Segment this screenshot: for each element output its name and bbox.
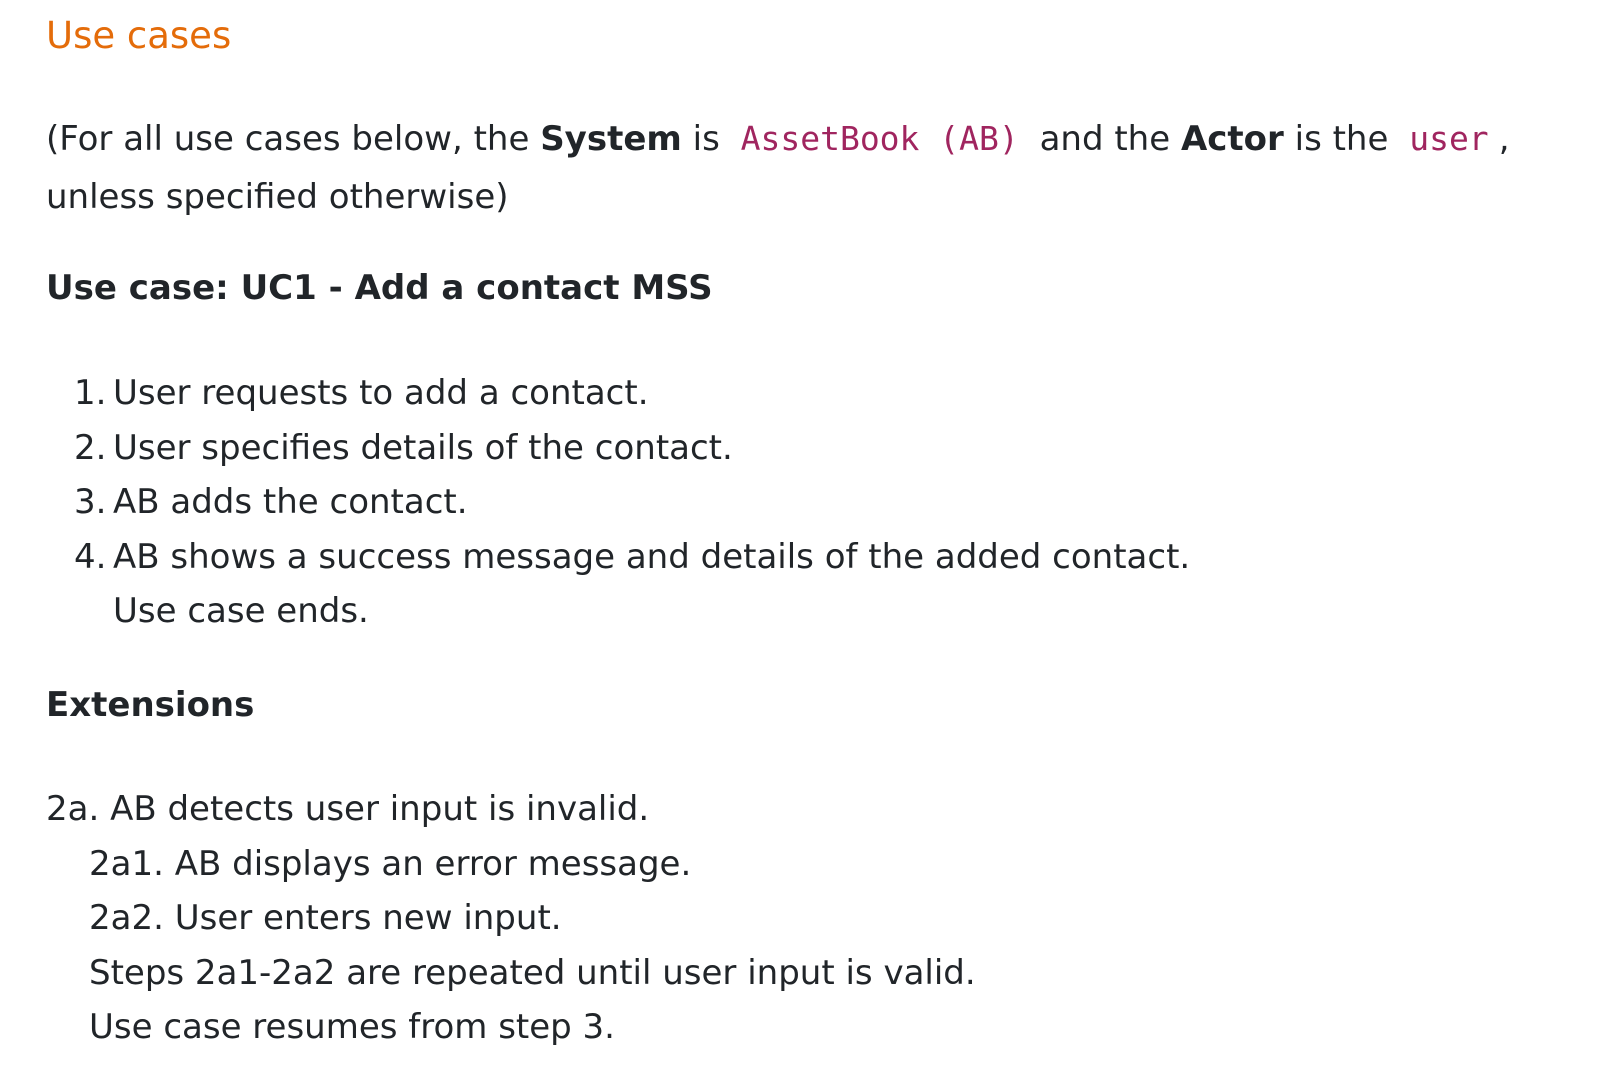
use-case-ends-text: Use case ends.	[113, 591, 369, 631]
intro-prefix: (For all use cases below, the	[46, 119, 541, 159]
mss-step: 2. User specifies details of the contact.	[74, 421, 1190, 476]
step-text: User specifies details of the contact.	[113, 427, 733, 468]
step-number: 3.	[74, 482, 107, 522]
extension-step: 2a2. User enters new input.	[89, 898, 562, 938]
step-text: AB adds the contact.	[113, 482, 468, 522]
mss-steps-list: 1. User requests to add a contact. 2. User…	[74, 366, 1190, 639]
extension-note: Use case resumes from step 3.	[89, 1007, 615, 1047]
extension-step: 2a1. AB displays an error message.	[89, 843, 692, 884]
extensions-title: Extensions	[46, 685, 255, 725]
system-value-code: AssetBook (AB)	[740, 119, 1019, 158]
actor-label: Actor	[1180, 119, 1284, 159]
step-number: 4.	[74, 536, 107, 577]
system-label: System	[540, 119, 682, 159]
mss-end-note: Use case ends.	[74, 584, 1190, 639]
step-number: 2.	[74, 427, 107, 468]
actor-value-code: user	[1409, 119, 1489, 158]
intro-is-the: is the	[1283, 119, 1400, 159]
extension-heading: 2a. AB detects user input is invalid.	[46, 789, 650, 829]
step-text: AB shows a success message and details o…	[113, 536, 1191, 577]
intro-is: is	[681, 119, 731, 159]
step-number: 1.	[74, 373, 107, 413]
intro-paragraph: (For all use cases below, the System is …	[46, 110, 1586, 226]
use-case-title: Use case: UC1 - Add a contact MSS	[46, 268, 713, 308]
step-text: User requests to add a contact.	[113, 373, 649, 413]
extensions-block: 2a. AB detects user input is invalid. 2a…	[46, 782, 976, 1055]
intro-and-the: and the	[1028, 119, 1181, 159]
extension-note: Steps 2a1-2a2 are repeated until user in…	[89, 952, 976, 993]
mss-step: 4. AB shows a success message and details…	[74, 530, 1190, 585]
mss-step: 3. AB adds the contact.	[74, 475, 1190, 530]
section-title: Use cases	[46, 14, 232, 57]
mss-step: 1. User requests to add a contact.	[74, 366, 1190, 421]
